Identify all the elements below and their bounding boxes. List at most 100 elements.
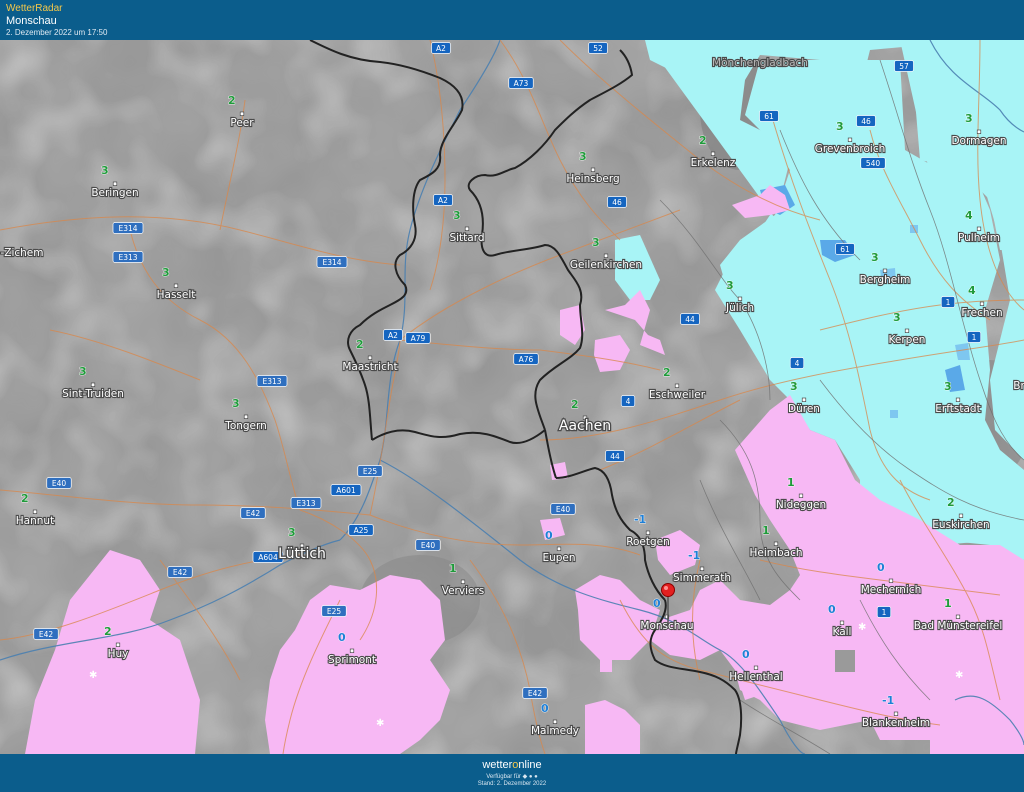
city-name: Nideggen	[776, 499, 826, 511]
temperature-value: 2	[356, 338, 364, 351]
temperature-value: 0	[828, 603, 836, 616]
snowflake-icon: ✱	[858, 622, 866, 633]
svg-text:A79: A79	[411, 334, 426, 343]
temperature-value: 2	[228, 94, 236, 107]
city-dot	[773, 541, 779, 546]
svg-text:E313: E313	[118, 253, 137, 262]
svg-text:A2: A2	[436, 44, 446, 53]
svg-text:E40: E40	[52, 479, 67, 488]
city-dot	[893, 711, 899, 716]
road-shield: A79	[405, 332, 431, 344]
temperature-value: 2	[571, 398, 579, 411]
svg-text:E40: E40	[556, 505, 571, 514]
city-name: Heimbach	[749, 547, 802, 559]
city-name: Tongern	[224, 420, 267, 432]
city-dot	[710, 151, 716, 156]
road-shield: A601	[330, 484, 362, 496]
temperature-value: 0	[653, 597, 661, 610]
road-shield: 4	[789, 357, 805, 369]
city-dot	[737, 296, 743, 301]
city-dot	[367, 355, 373, 360]
svg-text:A604: A604	[258, 553, 278, 562]
temperature-value: 3	[453, 209, 461, 222]
temperature-value: 4	[965, 209, 973, 222]
city-dot	[674, 383, 680, 388]
city-name: Beringen	[91, 187, 138, 199]
city-name: Mönchengladbach	[712, 57, 808, 69]
city-name: Huy	[108, 648, 129, 660]
road-shield: E314	[316, 256, 348, 268]
city-name: Düren	[788, 403, 820, 415]
city-name: Blankenheim	[862, 717, 930, 729]
city-name: Erftstadt	[935, 403, 980, 415]
svg-text:540: 540	[866, 159, 881, 168]
stand-text: Stand: 2. Dezember 2022	[477, 781, 547, 787]
city-name: Frechen	[961, 307, 1002, 319]
city-dot	[839, 620, 845, 625]
city--zichem[interactable]: -Zichem	[0, 246, 45, 260]
temperature-value: 3	[592, 236, 600, 249]
city-dot	[590, 167, 596, 172]
city-dot	[979, 301, 985, 306]
temperature-value: 3	[232, 397, 240, 410]
city-name: Bergheim	[860, 274, 911, 286]
temperature-value: 3	[836, 120, 844, 133]
svg-text:E42: E42	[528, 689, 543, 698]
city-name: Sittard	[449, 232, 484, 244]
svg-text:1: 1	[946, 298, 951, 307]
radar-map[interactable]: ✱ ✱ ✱ ✱ A2 A73 52 57 61 46 540 A2 46 E314 E313 E314…	[0, 40, 1024, 754]
road-shield: 44	[680, 313, 700, 325]
map-canvas[interactable]: ✱ ✱ ✱ ✱ A2 A73 52 57 61 46 540 A2 46 E314 E313 E314…	[0, 40, 1024, 754]
road-shield: E313	[256, 375, 288, 387]
svg-text:46: 46	[861, 117, 871, 126]
city-dot	[955, 614, 961, 619]
svg-text:E42: E42	[173, 568, 188, 577]
city-mönchengladbach[interactable]: Mönchengladbach	[711, 56, 809, 70]
city-dot	[115, 642, 121, 647]
city-name: Eschweiler	[649, 389, 706, 401]
city-br[interactable]: Br	[1012, 379, 1024, 393]
temperature-value: 3	[288, 526, 296, 539]
svg-text:E42: E42	[246, 509, 261, 518]
header-bar: WetterRadar Monschau 2. Dezember 2022 um…	[0, 0, 1024, 40]
temperature-value: 2	[104, 625, 112, 638]
city-name: Jülich	[725, 302, 754, 314]
temperature-value: 3	[579, 150, 587, 163]
temperature-value: 1	[787, 476, 795, 489]
city-name: Kerpen	[889, 334, 926, 346]
city-dot	[552, 719, 558, 724]
svg-text:A2: A2	[438, 196, 448, 205]
temperature-value: 1	[944, 597, 952, 610]
svg-text:44: 44	[685, 315, 695, 324]
svg-text:46: 46	[612, 198, 622, 207]
city-name: Heinsberg	[566, 173, 619, 185]
city-name: Dormagen	[951, 135, 1006, 147]
road-shield: E40	[550, 503, 576, 515]
road-shield: E42	[522, 687, 548, 699]
city-dot	[699, 566, 705, 571]
footer-bar: wetteronline Verfügbar für ◆ ● ● Stand: …	[0, 754, 1024, 792]
city-dot	[603, 253, 609, 258]
city-dot	[173, 283, 179, 288]
temperature-value: 2	[663, 366, 671, 379]
road-shield: 1	[940, 296, 956, 308]
city-name: Simmerath	[673, 572, 731, 584]
city-name: Verviers	[442, 585, 485, 597]
wetteronline-logo[interactable]: wetteronline	[0, 759, 1024, 771]
city-dot	[976, 129, 982, 134]
road-shield: 46	[607, 196, 627, 208]
temperature-value: 2	[947, 496, 955, 509]
svg-text:E313: E313	[262, 377, 281, 386]
svg-text:61: 61	[764, 112, 774, 121]
city-name: Lüttich	[278, 546, 326, 562]
temperature-value: 0	[338, 631, 346, 644]
road-shield: A73	[508, 77, 534, 89]
city-dot	[798, 493, 804, 498]
city-dot	[801, 397, 807, 402]
road-shield: 540	[860, 157, 886, 169]
city-dot	[239, 111, 245, 116]
temperature-value: -1	[634, 513, 646, 526]
temperature-value: 2	[699, 134, 707, 147]
temperature-value: -1	[688, 549, 700, 562]
svg-text:A73: A73	[514, 79, 529, 88]
